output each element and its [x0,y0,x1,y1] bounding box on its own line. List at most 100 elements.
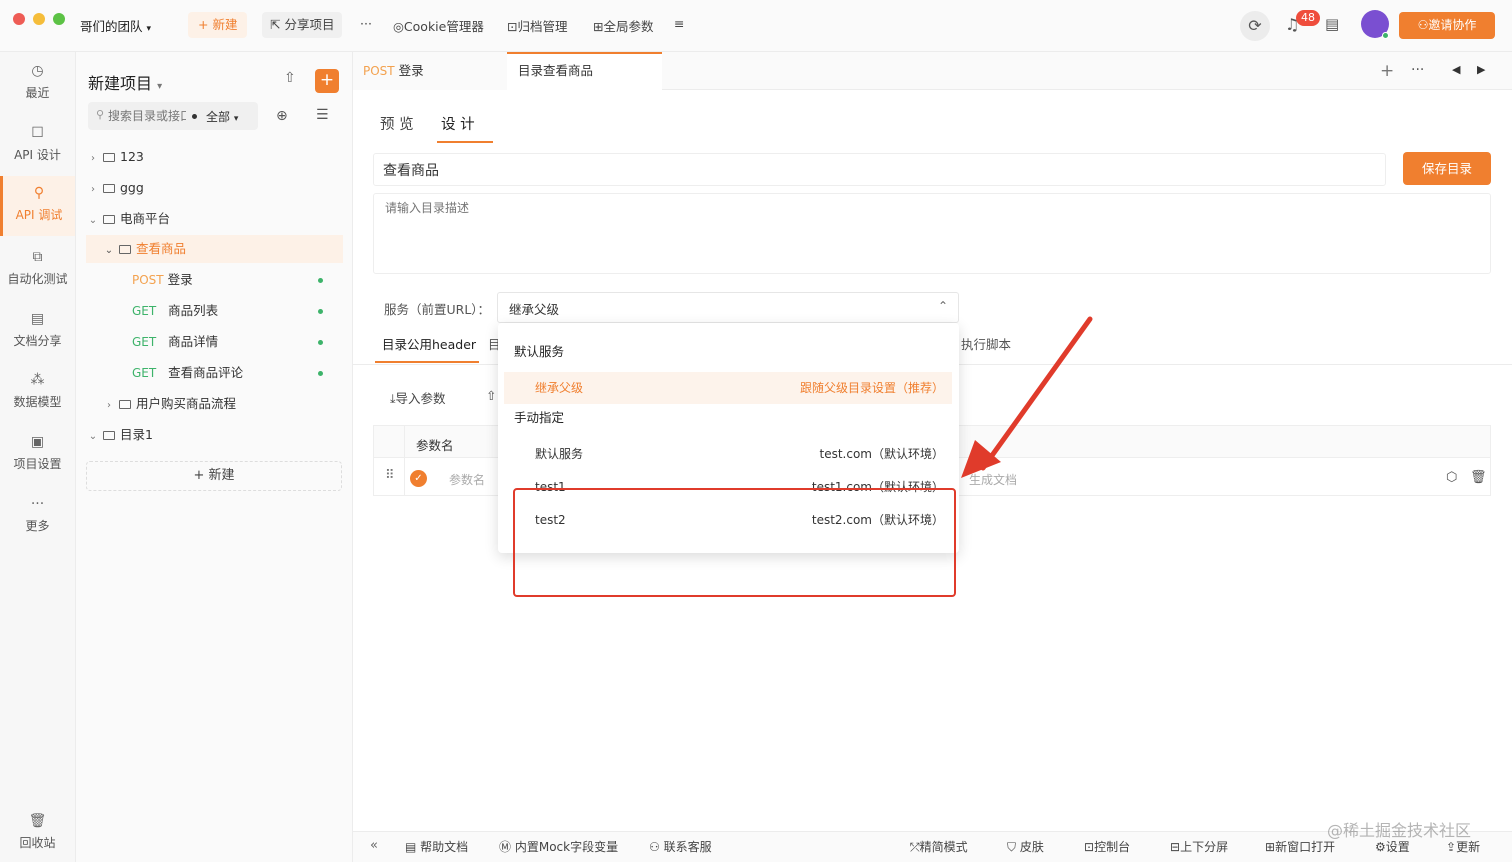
chevron-down-icon: ⌄ [88,431,98,442]
subtab-design[interactable]: 设 计 [441,113,475,134]
trash-icon: 🗑 [28,813,47,829]
split-view-button[interactable]: ⊟上下分屏 [1170,838,1228,855]
tree-folder-purchase-flow[interactable]: › 用户购买商品流程 [86,390,343,418]
add-tab-icon[interactable]: + [1380,61,1394,81]
export-icon[interactable]: ⇧ [284,70,296,86]
team-selector[interactable]: 哥们的团队 ▾ [80,16,151,35]
nav-api-debug[interactable]: ⚲ API 调试 [0,176,75,236]
cookie-icon: ◎ [393,19,404,34]
tab-next-icon[interactable]: ▶ [1477,63,1485,76]
global-params-button[interactable]: ⊞全局参数 [593,16,654,35]
upload-icon[interactable]: ⇧ [486,388,496,403]
mock-vars-button[interactable]: Ⓜ 内置Mock字段变量 [499,838,618,855]
import-params-button[interactable]: ⤓导入参数 [390,388,446,407]
nav-project-settings[interactable]: ▣ 项目设置 [0,425,75,483]
tree-api-product-detail[interactable]: GET 商品详情 [86,328,343,356]
tree-folder-dir1[interactable]: ⌄ 目录1 [86,421,343,449]
nav-api-design[interactable]: ☐ API 设计 [0,116,75,174]
sort-icon[interactable]: ☰ [316,107,329,123]
tab-prev-icon[interactable]: ◀ [1452,63,1460,76]
tree-folder-ggg[interactable]: › ggg [86,174,343,202]
nav-automation[interactable]: ⧉ 自动化测试 [0,240,75,298]
tree-folder-123[interactable]: › 123 [86,143,343,171]
param-name-input[interactable]: 参数名 [449,471,485,488]
nav-recycle-bin[interactable]: 🗑 回收站 [0,804,75,862]
window-icon: ⊞ [1265,840,1276,854]
status-dot [318,309,323,314]
directory-tree-panel: 新建项目 ▾ ⇧ + ⚲ 全部 ▾ ⊕ ☰ ›123 ›ggg ⌄电商平台 ⌄查… [76,52,353,862]
more-menu-button[interactable]: ··· [360,16,372,31]
service-select[interactable]: 继承父级 ⌃ [497,292,959,323]
tab-post-login[interactable]: POST 登录 [353,52,507,90]
cube-icon[interactable]: ⬡ [1446,470,1457,485]
close-window-button[interactable] [13,13,25,25]
doc-icon: ▤ [30,311,45,327]
dropdown-manual-title: 手动指定 [514,410,565,425]
sync-icon[interactable]: ⟳ [1240,11,1270,41]
tree-search-input[interactable] [108,106,186,126]
simple-mode-button[interactable]: ⤱精简模式 [910,838,968,855]
nav-doc-share[interactable]: ▤ 文档分享 [0,302,75,360]
collapse-icon[interactable]: « [370,838,378,853]
watermark: @稀土掘金技术社区 [1327,821,1472,840]
dir-desc-input[interactable] [373,193,1491,274]
dropdown-option-default-service[interactable]: 默认服务 test.com（默认环境） [504,438,952,470]
tab-more-icon[interactable]: ··· [1411,62,1424,78]
section-tab-indicator [375,361,479,363]
chevron-up-icon: ⌃ [937,299,948,313]
chevron-down-icon: ▾ [233,114,239,124]
tree-folder-ecommerce[interactable]: ⌄ 电商平台 [86,205,343,233]
help-docs-button[interactable]: ▤ 帮助文档 [405,838,468,855]
tree-api-product-list[interactable]: GET 商品列表 [86,297,343,325]
tree-folder-view-products[interactable]: ⌄ 查看商品 [86,235,343,263]
dropdown-option-inherit[interactable]: 继承父级 跟随父级目录设置（推荐） [504,372,952,404]
notification-badge: 48 [1296,10,1320,26]
skin-button[interactable]: ⛉ 皮肤 [1007,838,1044,855]
project-selector[interactable]: 新建项目 ▾ [88,70,162,94]
drag-handle-icon[interactable]: ⠿ [385,468,395,483]
flow-icon: ⧉ [32,249,43,265]
folder-icon [103,153,115,162]
update-icon: ⇪ [1446,840,1457,854]
status-dot [318,371,323,376]
subtab-preview[interactable]: 预 览 [380,113,414,134]
nav-more[interactable]: ··· 更多 [0,487,75,545]
folder-icon [103,184,115,193]
folder-icon [119,400,131,409]
delete-icon[interactable]: 🗑 [1470,470,1487,485]
folder-icon [119,245,131,254]
menu-icon[interactable]: ≡ [674,16,684,31]
dropdown-default-title: 默认服务 [514,344,565,359]
dir-name-input[interactable]: 查看商品 [373,153,1386,186]
share-project-button[interactable]: ⇱ 分享项目 [262,12,343,38]
archive-icon: ⊡ [507,19,518,34]
add-button[interactable]: + [315,69,339,93]
archive-button[interactable]: ⊡归档管理 [507,16,568,35]
section-tab-header[interactable]: 目录公用header [382,334,476,361]
maximize-window-button[interactable] [53,13,65,25]
tree-api-product-reviews[interactable]: GET 查看商品评论 [86,359,343,387]
share-icon: ⇱ [270,17,281,32]
tab-view-products[interactable]: 目录查看商品 [507,52,662,90]
minimize-window-button[interactable] [33,13,45,25]
save-dir-button[interactable]: 保存目录 [1403,152,1491,185]
enabled-check-icon[interactable]: ✓ [410,470,427,487]
title-bar: 哥们的团队 ▾ + 新建 ⇱ 分享项目 ··· ◎Cookie管理器 ⊡归档管理… [0,0,1512,52]
chat-icon[interactable]: ▤ [1325,15,1339,33]
edit-icon: ☐ [31,125,44,141]
invite-button[interactable]: ⚇邀请协作 [1399,12,1495,39]
cookie-manager-button[interactable]: ◎Cookie管理器 [393,16,484,35]
filter-select[interactable]: 全部 ▾ [206,108,238,125]
locate-icon[interactable]: ⊕ [276,108,288,124]
new-button[interactable]: + 新建 [188,12,248,38]
tree-api-login[interactable]: POST 登录 [86,266,343,294]
new-window-button[interactable]: ⊞新窗口打开 [1265,838,1335,855]
annotation-arrow [961,316,1093,478]
contact-support-button[interactable]: ⚇ 联系客服 [649,838,712,855]
tree-new-button[interactable]: + 新建 [86,461,342,491]
shirt-icon: ⛉ [1007,840,1017,854]
nav-data-model[interactable]: ⁂ 数据模型 [0,363,75,421]
console-button[interactable]: ⊡控制台 [1084,838,1130,855]
nav-recent[interactable]: ◷ 最近 [0,54,75,112]
compress-icon: ⤱ [910,840,920,854]
